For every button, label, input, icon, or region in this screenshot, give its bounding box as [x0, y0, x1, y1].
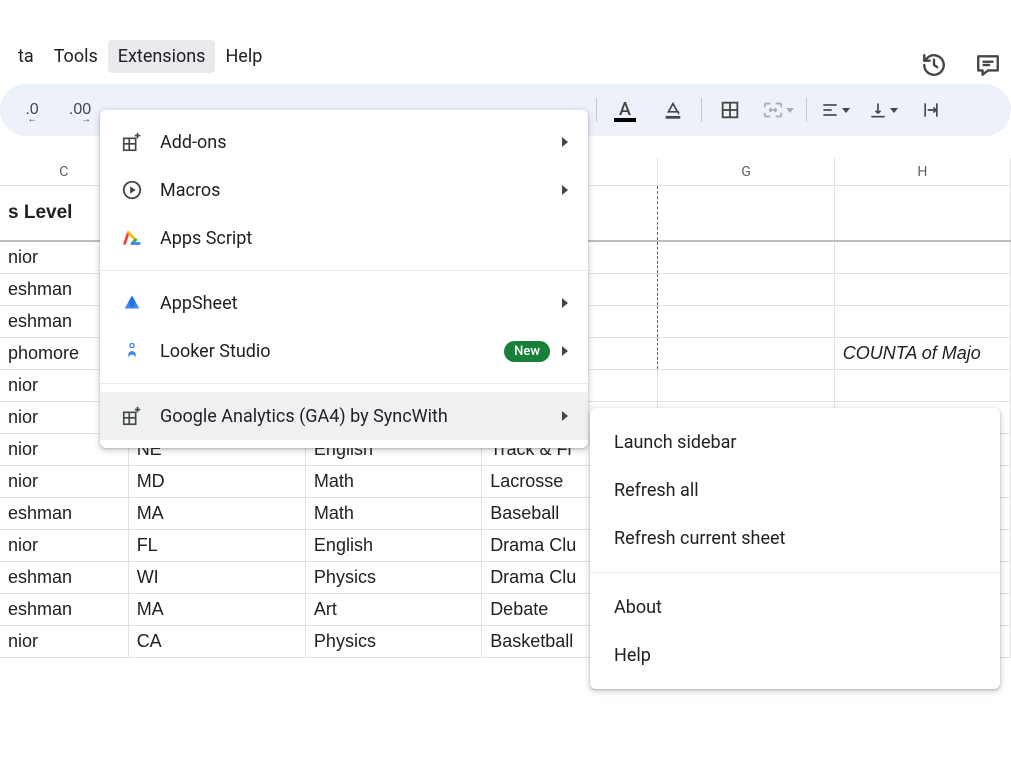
- toolbar-separator: [596, 98, 597, 122]
- cell[interactable]: COUNTA of Majo: [835, 338, 1011, 369]
- menu-item-ga4-syncwith[interactable]: Google Analytics (GA4) by SyncWith: [100, 392, 588, 440]
- vertical-align-button[interactable]: [863, 92, 903, 128]
- borders-button[interactable]: [710, 92, 750, 128]
- column-header-g[interactable]: G: [658, 158, 834, 185]
- cell[interactable]: nior: [0, 626, 129, 657]
- cell[interactable]: Physics: [306, 626, 482, 657]
- cell[interactable]: MD: [129, 466, 306, 497]
- macros-icon: [120, 178, 144, 202]
- menu-label: Macros: [160, 180, 562, 201]
- chevron-right-icon: [562, 411, 568, 421]
- increase-decimal-button[interactable]: .00 →: [60, 92, 100, 128]
- apps-script-icon: [120, 226, 144, 250]
- text-wrap-button[interactable]: [911, 92, 951, 128]
- addons-icon: [120, 130, 144, 154]
- menu-divider: [590, 572, 1000, 573]
- cell[interactable]: Art: [306, 594, 482, 625]
- cell[interactable]: [835, 242, 1011, 273]
- menu-divider: [100, 383, 588, 384]
- cell[interactable]: [658, 370, 834, 401]
- cell[interactable]: Math: [306, 466, 482, 497]
- menu-extensions[interactable]: Extensions: [108, 40, 216, 73]
- cell[interactable]: [835, 306, 1011, 337]
- new-badge: New: [504, 341, 550, 362]
- cell[interactable]: eshman: [0, 594, 129, 625]
- cell[interactable]: WI: [129, 562, 306, 593]
- cell[interactable]: [658, 306, 834, 337]
- cell[interactable]: [835, 274, 1011, 305]
- cell[interactable]: English: [306, 530, 482, 561]
- menu-item-macros[interactable]: Macros: [100, 166, 588, 214]
- submenu-refresh-all[interactable]: Refresh all: [590, 466, 1000, 514]
- submenu-help[interactable]: Help: [590, 631, 1000, 679]
- toolbar-separator: [806, 98, 807, 122]
- menu-label: AppSheet: [160, 293, 562, 314]
- chevron-right-icon: [562, 137, 568, 147]
- cell[interactable]: nior: [0, 530, 129, 561]
- appsheet-icon: [120, 291, 144, 315]
- merge-cells-button[interactable]: [758, 92, 798, 128]
- menu-data[interactable]: ta: [8, 40, 44, 73]
- chevron-right-icon: [562, 298, 568, 308]
- cell[interactable]: nior: [0, 466, 129, 497]
- submenu-refresh-current-sheet[interactable]: Refresh current sheet: [590, 514, 1000, 562]
- cell[interactable]: Math: [306, 498, 482, 529]
- menu-label: Add-ons: [160, 132, 562, 153]
- fill-color-button[interactable]: [653, 92, 693, 128]
- looker-studio-icon: [120, 339, 144, 363]
- cell[interactable]: FL: [129, 530, 306, 561]
- cell[interactable]: [835, 186, 1011, 240]
- column-header-h[interactable]: H: [835, 158, 1011, 185]
- decrease-decimal-button[interactable]: .0 ←: [12, 92, 52, 128]
- ga4-submenu: Launch sidebar Refresh all Refresh curre…: [590, 408, 1000, 689]
- ga4-addon-icon: [120, 404, 144, 428]
- horizontal-align-button[interactable]: [815, 92, 855, 128]
- cell[interactable]: Physics: [306, 562, 482, 593]
- cell[interactable]: [658, 186, 834, 240]
- cell[interactable]: [835, 370, 1011, 401]
- text-color-button[interactable]: A: [605, 92, 645, 128]
- chevron-right-icon: [562, 346, 568, 356]
- cell[interactable]: MA: [129, 498, 306, 529]
- menu-item-apps-script[interactable]: Apps Script: [100, 214, 588, 262]
- cell[interactable]: eshman: [0, 562, 129, 593]
- menubar: ta Tools Extensions Help: [0, 32, 1011, 80]
- menu-divider: [100, 270, 588, 271]
- cell[interactable]: eshman: [0, 498, 129, 529]
- menu-tools[interactable]: Tools: [44, 40, 108, 73]
- menu-label: Looker Studio: [160, 341, 504, 362]
- menu-item-addons[interactable]: Add-ons: [100, 118, 588, 166]
- extensions-dropdown: Add-ons Macros Apps Script: [100, 110, 588, 448]
- cell[interactable]: MA: [129, 594, 306, 625]
- cell[interactable]: CA: [129, 626, 306, 657]
- menu-help[interactable]: Help: [215, 40, 272, 73]
- menu-label: Apps Script: [160, 228, 568, 249]
- cell[interactable]: [658, 274, 834, 305]
- chevron-right-icon: [562, 185, 568, 195]
- menu-item-looker-studio[interactable]: Looker Studio New: [100, 327, 588, 375]
- cell[interactable]: [658, 338, 834, 369]
- submenu-about[interactable]: About: [590, 583, 1000, 631]
- menu-label: Google Analytics (GA4) by SyncWith: [160, 406, 562, 427]
- toolbar-separator: [701, 98, 702, 122]
- history-icon[interactable]: [921, 52, 947, 82]
- submenu-launch-sidebar[interactable]: Launch sidebar: [590, 418, 1000, 466]
- cell[interactable]: [658, 242, 834, 273]
- comment-icon[interactable]: [975, 52, 1001, 82]
- menu-item-appsheet[interactable]: AppSheet: [100, 279, 588, 327]
